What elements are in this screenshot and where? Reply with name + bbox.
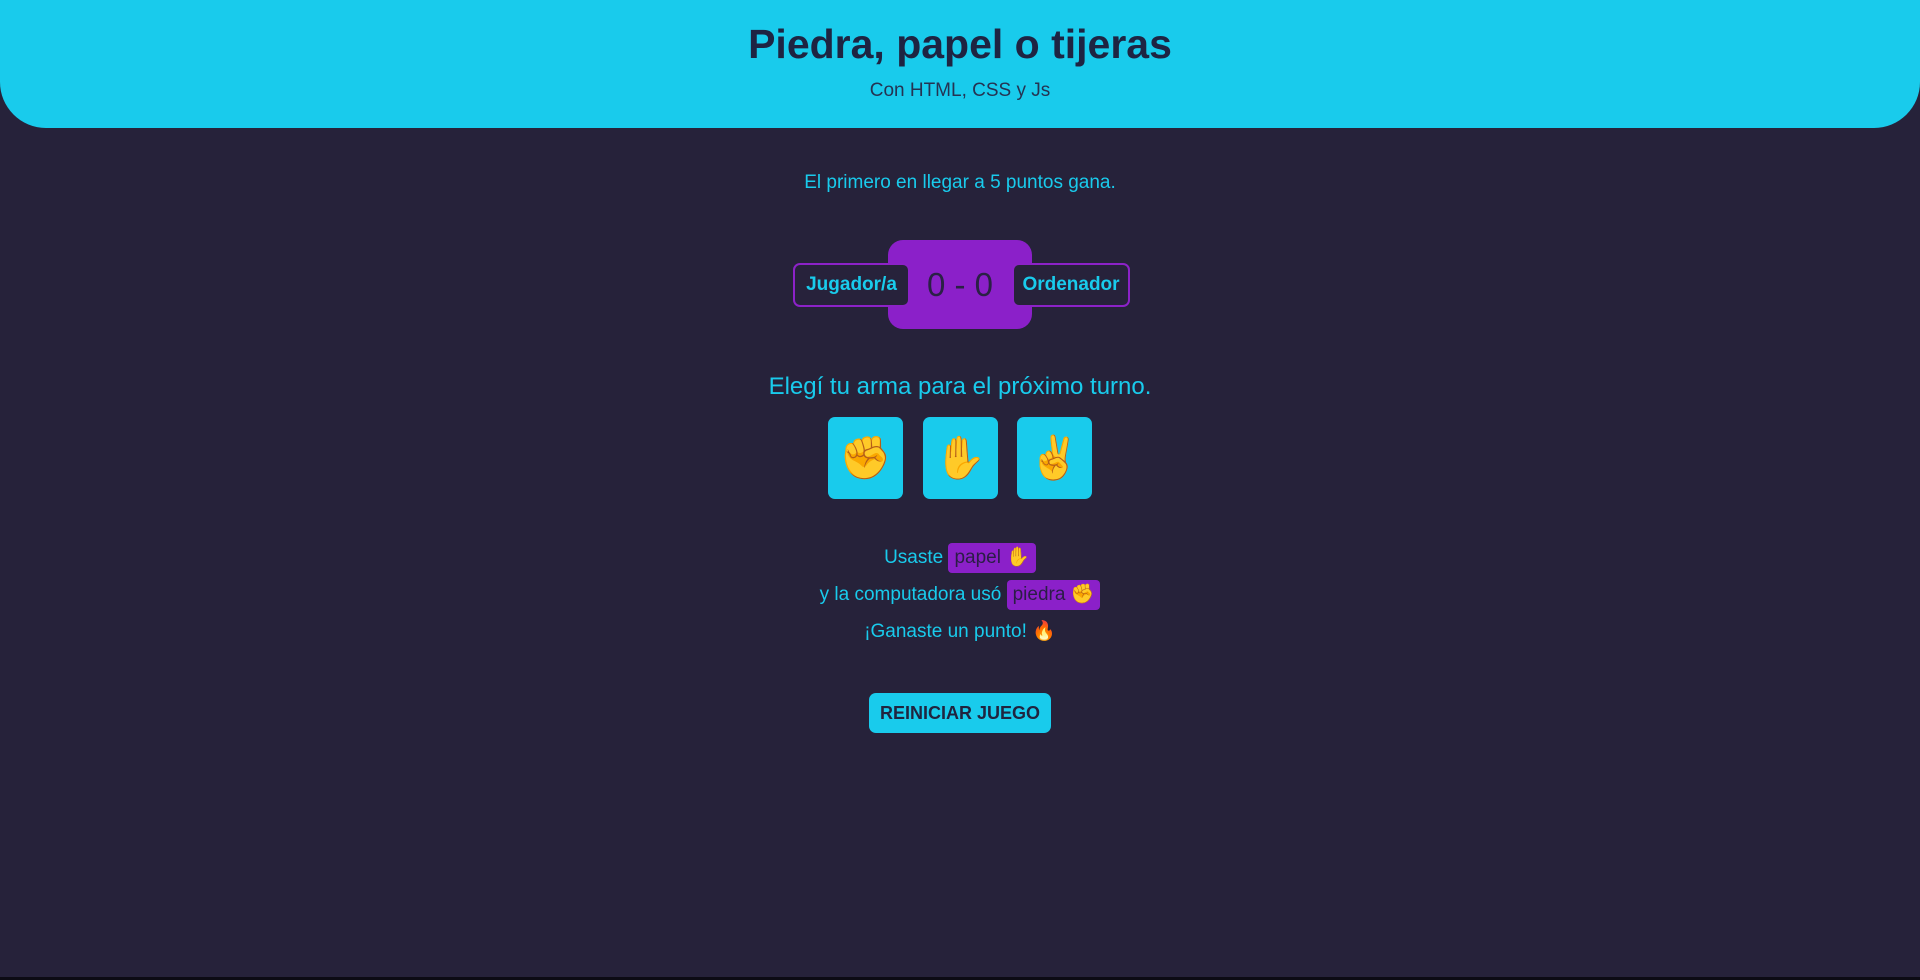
player-choice-badge: papel ✋ (948, 543, 1036, 573)
choose-weapon-prompt: Elegí tu arma para el próximo turno. (768, 373, 1152, 400)
rules-text: El primero en llegar a 5 puntos gana. (804, 172, 1116, 193)
restart-game-button[interactable]: REINICIAR JUEGO (869, 693, 1051, 733)
scoreboard: Jugador/a 0 - 0 Ordenador (0, 240, 1920, 330)
fist-icon: ✊ (839, 434, 892, 481)
computer-choice-prefix: y la computadora usó (819, 584, 1002, 605)
computer-choice-line: y la computadora usó piedra ✊ (0, 580, 1920, 610)
victory-hand-icon: ✌️ (1028, 434, 1081, 481)
computer-label: Ordenador (1012, 263, 1130, 307)
rock-button[interactable]: ✊ (828, 417, 903, 499)
player-choice-line: Usaste papel ✋ (0, 543, 1920, 573)
header: Piedra, papel o tijeras Con HTML, CSS y … (0, 0, 1920, 128)
player-choice-prefix: Usaste (884, 547, 944, 568)
page-title: Piedra, papel o tijeras (748, 21, 1172, 67)
computer-choice-badge: piedra ✊ (1006, 580, 1101, 610)
page-subtitle: Con HTML, CSS y Js (869, 80, 1051, 101)
raised-hand-icon: ✋ (934, 434, 987, 481)
player-label: Jugador/a (793, 263, 910, 307)
paper-button[interactable]: ✋ (923, 417, 998, 499)
scissors-button[interactable]: ✌️ (1017, 417, 1092, 499)
round-outcome: ¡Ganaste un punto! 🔥 (864, 621, 1056, 642)
